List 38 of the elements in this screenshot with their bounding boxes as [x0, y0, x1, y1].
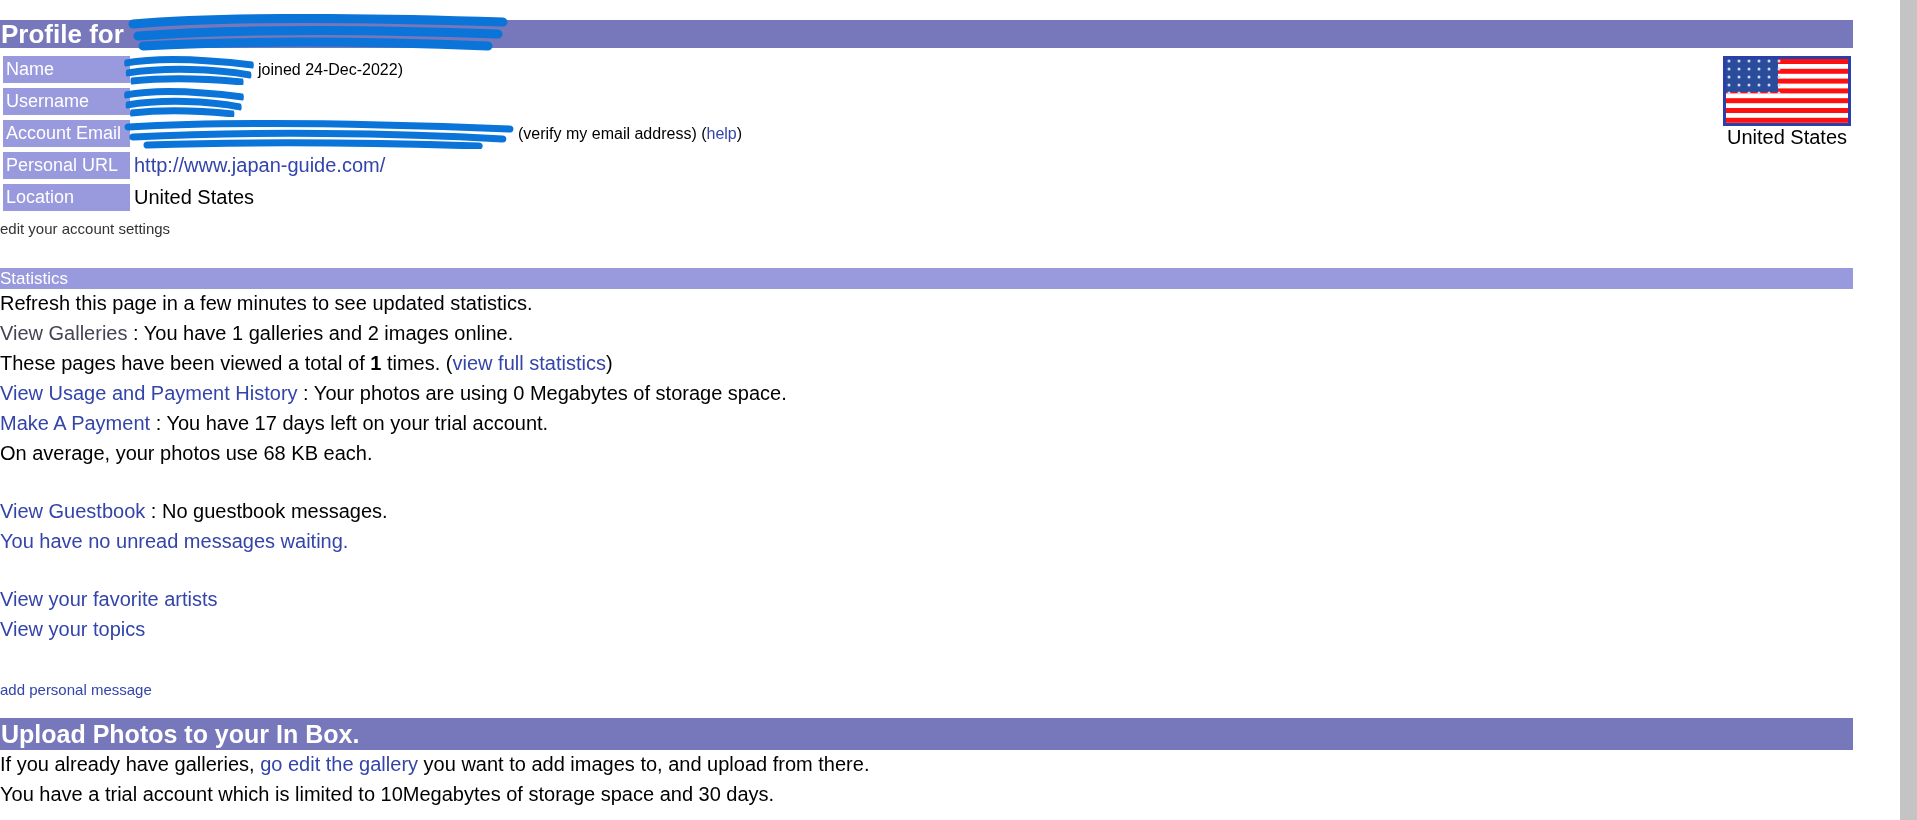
- info-text: On average, your photos use 68 KB each.: [0, 442, 373, 464]
- info-text: ): [736, 124, 743, 143]
- info-text: : You have 17 days left on your trial account.: [154, 412, 549, 434]
- info-text: These pages have been viewed a total of 1 times. (: [0, 352, 453, 374]
- info-text: (verify my email address) (: [518, 124, 707, 143]
- field-label: Account Email: [3, 120, 130, 147]
- info-text: : No guestbook messages.: [149, 500, 388, 522]
- text-link[interactable]: View your favorite artists: [0, 588, 218, 610]
- info-text: : You have 1 galleries and 2 images online.: [132, 322, 514, 344]
- info-text: If you already have galleries,: [0, 753, 256, 775]
- text-link[interactable]: Make A Payment: [0, 412, 151, 434]
- scrollbar[interactable]: [1900, 0, 1917, 820]
- info-text: Refresh this page in a few minutes to see updated statistics.: [0, 292, 533, 314]
- statistics-title: Statistics: [0, 268, 69, 289]
- text-link[interactable]: view full statistics: [452, 352, 606, 374]
- upload-title: Upload Photos to your In Box.: [0, 720, 360, 748]
- personal-message-link[interactable]: add personal message: [0, 675, 152, 698]
- field-label: Username: [3, 88, 130, 115]
- info-text: United States: [134, 186, 255, 209]
- info-text: you want to add images to, and upload from there.: [422, 753, 870, 775]
- info-text: ): [605, 352, 613, 374]
- field-label: Location: [3, 184, 130, 211]
- text-link[interactable]: go edit the gallery: [260, 753, 419, 775]
- profile-title: Profile for: [0, 20, 124, 48]
- field-label: Name: [3, 56, 130, 83]
- text-link[interactable]: View Guestbook: [0, 500, 146, 522]
- field-label: Personal URL: [3, 152, 130, 179]
- text-link[interactable]: help: [706, 124, 737, 143]
- info-text: joined 24-Dec-2022): [258, 60, 403, 79]
- text-link[interactable]: View Galleries: [0, 322, 128, 344]
- country-name: United States: [1726, 126, 1848, 149]
- info-text: : Your photos are using 0 Megabytes of storage space.: [302, 382, 787, 404]
- text-link[interactable]: You have no unread messages waiting.: [0, 530, 349, 552]
- info-text: You have a trial account which is limited to 10Megabytes of storage space and 30 days.: [0, 783, 775, 805]
- text-link[interactable]: View your topics: [0, 618, 146, 640]
- text-link[interactable]: http://www.japan-guide.com/: [134, 154, 386, 177]
- settings-link[interactable]: edit your account settings: [0, 214, 171, 237]
- text-link[interactable]: View Usage and Payment History: [0, 382, 298, 404]
